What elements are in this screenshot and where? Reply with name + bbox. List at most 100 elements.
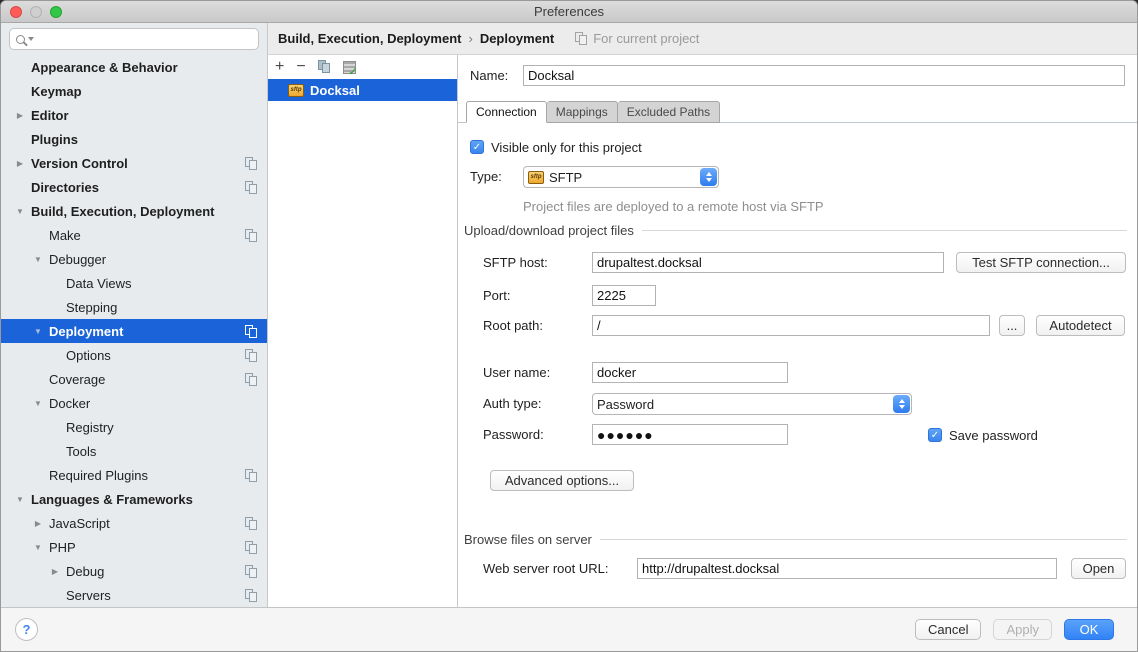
- sidebar-item-data-views[interactable]: Data Views: [1, 271, 267, 295]
- sidebar-item-tools[interactable]: Tools: [1, 439, 267, 463]
- close-window-button[interactable]: [10, 6, 22, 18]
- tab-excluded-paths[interactable]: Excluded Paths: [618, 101, 720, 123]
- type-dropdown[interactable]: sftp SFTP: [523, 166, 719, 188]
- footer-bar: ? Cancel Apply OK: [1, 607, 1137, 651]
- use-as-default-server-button[interactable]: [343, 61, 356, 74]
- sidebar-item-label: Deployment: [49, 324, 123, 339]
- section-divider: [600, 539, 1127, 540]
- add-server-button[interactable]: +: [275, 60, 284, 74]
- sidebar-item-label: JavaScript: [49, 516, 110, 531]
- zoom-window-button[interactable]: [50, 6, 62, 18]
- port-label: Port:: [483, 285, 510, 306]
- settings-search-input[interactable]: [37, 32, 252, 46]
- visible-only-checkbox[interactable]: ✓: [470, 140, 484, 154]
- sidebar-item-label: Tools: [66, 444, 96, 459]
- sidebar-item-label: Languages & Frameworks: [31, 492, 193, 507]
- collapse-arrow-icon[interactable]: ▼: [30, 255, 46, 264]
- settings-search-box[interactable]: [9, 28, 259, 50]
- expand-arrow-icon[interactable]: ▶: [12, 159, 28, 168]
- root-path-field[interactable]: [592, 315, 990, 336]
- sidebar-item-javascript[interactable]: ▶JavaScript: [1, 511, 267, 535]
- server-item-docksal[interactable]: sftpDocksal: [268, 79, 457, 101]
- collapse-arrow-icon[interactable]: ▼: [30, 399, 46, 408]
- search-options-chevron-icon[interactable]: [28, 37, 34, 41]
- collapse-arrow-icon[interactable]: ▼: [30, 543, 46, 552]
- preferences-window: Preferences Build, Execution, Deployment…: [0, 0, 1138, 652]
- sidebar-item-label: Build, Execution, Deployment: [31, 204, 214, 219]
- server-item-label: Docksal: [310, 83, 360, 98]
- remove-server-button[interactable]: −: [296, 60, 305, 74]
- breadcrumb: Build, Execution, Deployment › Deploymen…: [268, 23, 1137, 55]
- password-field[interactable]: [592, 424, 788, 445]
- name-field[interactable]: [523, 65, 1125, 86]
- test-sftp-connection-button[interactable]: Test SFTP connection...: [956, 252, 1126, 273]
- apply-button[interactable]: Apply: [993, 619, 1052, 640]
- collapse-arrow-icon[interactable]: ▼: [30, 327, 46, 336]
- expand-arrow-icon[interactable]: ▶: [12, 111, 28, 120]
- sidebar-item-registry[interactable]: Registry: [1, 415, 267, 439]
- save-password-label: Save password: [949, 428, 1038, 443]
- server-list: sftpDocksal: [268, 79, 457, 101]
- sidebar-item-docker[interactable]: ▼Docker: [1, 391, 267, 415]
- sidebar-item-label: Debug: [66, 564, 104, 579]
- visible-only-label: Visible only for this project: [491, 140, 642, 155]
- sidebar-item-debug[interactable]: ▶Debug: [1, 559, 267, 583]
- sidebar-item-stepping[interactable]: Stepping: [1, 295, 267, 319]
- shared-settings-icon: [245, 469, 258, 482]
- tab-mappings[interactable]: Mappings: [547, 101, 618, 123]
- ok-button[interactable]: OK: [1064, 619, 1114, 640]
- breadcrumb-parent[interactable]: Build, Execution, Deployment: [278, 31, 461, 46]
- shared-settings-icon: [245, 373, 258, 386]
- cancel-button[interactable]: Cancel: [915, 619, 981, 640]
- sidebar-item-coverage[interactable]: Coverage: [1, 367, 267, 391]
- port-field[interactable]: [592, 285, 656, 306]
- auth-type-dropdown[interactable]: Password: [592, 393, 912, 415]
- copy-server-button[interactable]: [318, 60, 331, 74]
- sidebar-item-label: Editor: [31, 108, 69, 123]
- sidebar-item-servers[interactable]: Servers: [1, 583, 267, 607]
- deployment-form: Name: Connection Mappings Excluded Paths…: [458, 55, 1137, 607]
- web-root-field[interactable]: [637, 558, 1057, 579]
- web-root-label: Web server root URL:: [483, 558, 608, 579]
- expand-arrow-icon[interactable]: ▶: [30, 519, 46, 528]
- titlebar: Preferences: [1, 1, 1137, 23]
- server-list-panel: + − sftpDocksal: [268, 55, 458, 607]
- collapse-arrow-icon[interactable]: ▼: [12, 207, 28, 216]
- save-password-checkbox[interactable]: ✓: [928, 428, 942, 442]
- shared-settings-icon: [245, 325, 258, 338]
- sidebar-item-plugins[interactable]: Plugins: [1, 127, 267, 151]
- header-row: Build, Execution, Deployment › Deploymen…: [1, 23, 1137, 55]
- sidebar-item-options[interactable]: Options: [1, 343, 267, 367]
- sidebar-item-version-control[interactable]: ▶Version Control: [1, 151, 267, 175]
- sftp-host-field[interactable]: [592, 252, 944, 273]
- collapse-arrow-icon[interactable]: ▼: [12, 495, 28, 504]
- sidebar-item-directories[interactable]: Directories: [1, 175, 267, 199]
- browse-section-header: Browse files on server: [464, 532, 1127, 547]
- sidebar-item-debugger[interactable]: ▼Debugger: [1, 247, 267, 271]
- type-value: SFTP: [549, 170, 582, 185]
- sidebar-item-php[interactable]: ▼PHP: [1, 535, 267, 559]
- sftp-host-label: SFTP host:: [483, 252, 548, 273]
- open-url-button[interactable]: Open: [1071, 558, 1126, 579]
- breadcrumb-separator: ›: [468, 31, 472, 46]
- sidebar-item-build-execution-deployment[interactable]: ▼Build, Execution, Deployment: [1, 199, 267, 223]
- breadcrumb-current: Deployment: [480, 31, 554, 46]
- autodetect-button[interactable]: Autodetect: [1036, 315, 1125, 336]
- help-button[interactable]: ?: [15, 618, 38, 641]
- expand-arrow-icon[interactable]: ▶: [47, 567, 63, 576]
- sidebar-item-deployment[interactable]: ▼Deployment: [1, 319, 267, 343]
- advanced-options-button[interactable]: Advanced options...: [490, 470, 634, 491]
- auth-type-value: Password: [597, 397, 654, 412]
- sidebar-item-editor[interactable]: ▶Editor: [1, 103, 267, 127]
- sidebar-item-make[interactable]: Make: [1, 223, 267, 247]
- browse-root-path-button[interactable]: ...: [999, 315, 1025, 336]
- sidebar-item-label: Keymap: [31, 84, 82, 99]
- sidebar-item-label: Appearance & Behavior: [31, 60, 178, 75]
- sidebar-item-languages-frameworks[interactable]: ▼Languages & Frameworks: [1, 487, 267, 511]
- window-title: Preferences: [1, 4, 1137, 19]
- user-name-field[interactable]: [592, 362, 788, 383]
- sidebar-item-keymap[interactable]: Keymap: [1, 79, 267, 103]
- sidebar-item-appearance-behavior[interactable]: Appearance & Behavior: [1, 55, 267, 79]
- sidebar-item-required-plugins[interactable]: Required Plugins: [1, 463, 267, 487]
- tab-connection[interactable]: Connection: [466, 101, 547, 123]
